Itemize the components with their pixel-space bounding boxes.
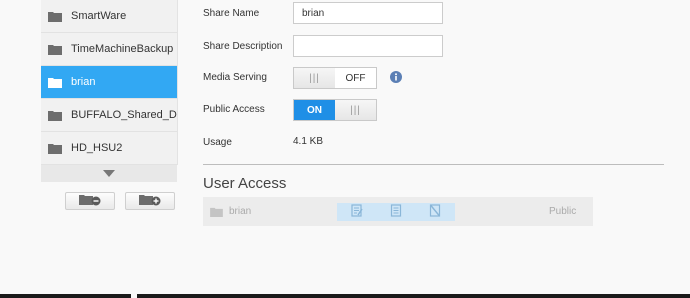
user-access-row: brian Public: [203, 197, 593, 226]
user-access-title: User Access: [203, 175, 287, 192]
share-item-label: SmartWare: [71, 10, 127, 22]
share-item-hd-hsu2[interactable]: HD_HSU2: [41, 132, 177, 165]
usage-label: Usage: [203, 137, 232, 148]
folder-remove-icon: [79, 194, 101, 209]
media-serving-state: OFF: [345, 72, 366, 84]
share-list-scroll-down[interactable]: [41, 165, 177, 182]
share-description-label: Share Description: [203, 41, 283, 52]
folder-icon: [210, 207, 223, 220]
folder-icon: [48, 110, 62, 121]
share-item-smartware[interactable]: SmartWare: [41, 0, 177, 33]
share-item-timemachinebackup[interactable]: TimeMachineBackup: [41, 33, 177, 66]
public-access-toggle[interactable]: ON |||: [293, 99, 377, 121]
usage-value: 4.1 KB: [293, 136, 324, 147]
bottom-bar: [0, 294, 690, 298]
no-access-option[interactable]: [416, 203, 455, 221]
chevron-down-icon: [103, 168, 115, 180]
read-only-icon: [390, 204, 402, 220]
public-access-label: Public Access: [203, 104, 265, 115]
full-access-icon: [351, 204, 363, 220]
share-description-input[interactable]: [293, 35, 443, 57]
share-item-label: BUFFALO_Shared_Drive: [71, 109, 177, 121]
share-item-label: TimeMachineBackup: [71, 43, 174, 55]
access-permission-selector: [337, 203, 455, 221]
bottom-bar-gap: [131, 294, 137, 298]
share-item-label: brian: [71, 76, 96, 88]
share-list: SmartWare TimeMachineBackup brian BUFFAL…: [41, 0, 178, 165]
folder-icon: [48, 77, 62, 88]
share-name-input[interactable]: [293, 2, 443, 24]
read-only-option[interactable]: [376, 203, 415, 221]
media-serving-toggle[interactable]: ||| OFF: [293, 67, 377, 89]
folder-icon: [48, 143, 62, 154]
toggle-grip: |||: [335, 100, 376, 120]
media-serving-label: Media Serving: [203, 72, 267, 83]
section-divider: [203, 164, 664, 165]
share-item-label: HD_HSU2: [71, 142, 123, 154]
info-icon[interactable]: [390, 71, 402, 83]
user-access-name: brian: [229, 206, 252, 217]
folder-add-icon: [139, 194, 161, 209]
add-share-button[interactable]: [125, 192, 175, 210]
folder-icon: [48, 11, 62, 22]
remove-share-button[interactable]: [65, 192, 115, 210]
share-item-buffalo-shared-drive[interactable]: BUFFALO_Shared_Drive: [41, 99, 177, 132]
user-access-level: Public: [549, 206, 577, 217]
no-access-icon: [429, 204, 441, 220]
share-item-brian[interactable]: brian: [41, 66, 177, 99]
full-access-option[interactable]: [337, 203, 376, 221]
public-access-state: ON: [294, 100, 335, 120]
share-name-label: Share Name: [203, 8, 260, 19]
toggle-grip: |||: [294, 68, 335, 88]
folder-icon: [48, 44, 62, 55]
